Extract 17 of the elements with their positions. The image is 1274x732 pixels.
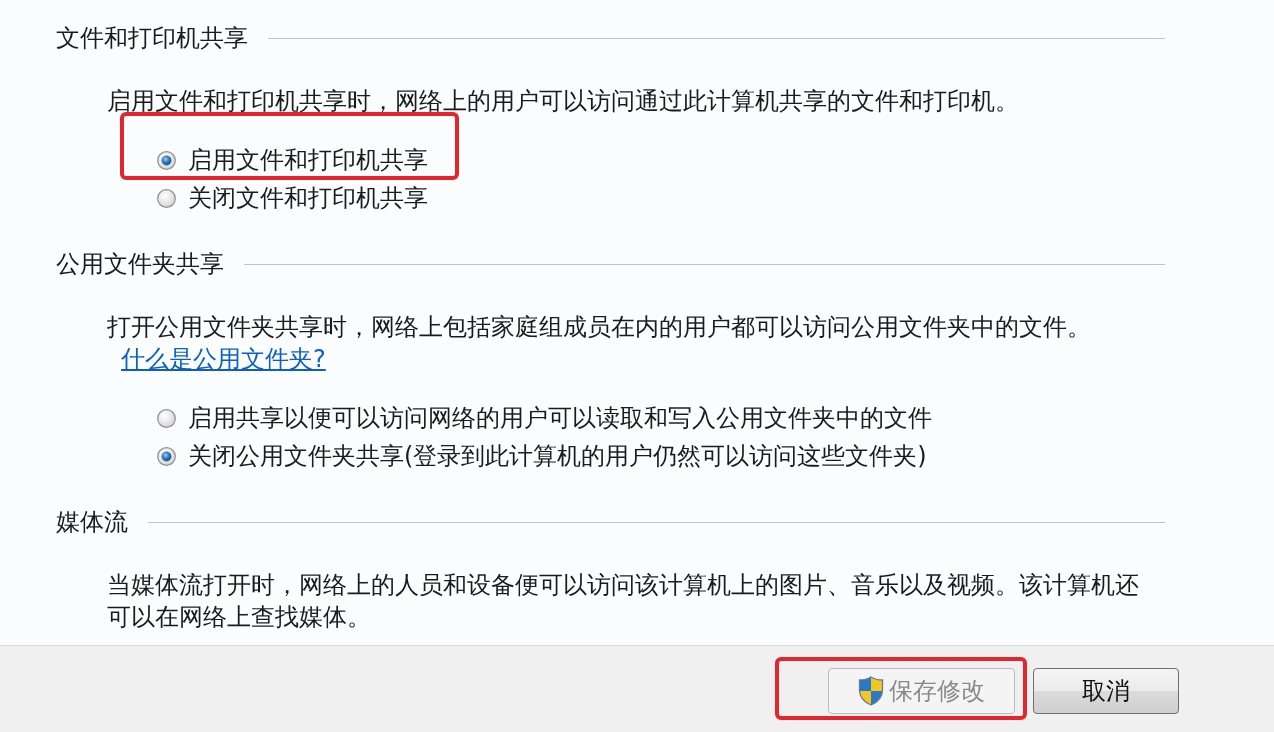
section-heading: 媒体流 [56, 507, 128, 538]
help-link[interactable]: 什么是公用文件夹? [121, 345, 326, 373]
section-description: 打开公用文件夹共享时，网络上包括家庭组成员在内的用户都可以访问公用文件夹中的文件。 什么是公用文件夹? [107, 312, 1092, 375]
radio-label[interactable]: 关闭公用文件夹共享(登录到此计算机的用户仍然可以访问这些文件夹) [188, 440, 927, 472]
radio-button[interactable] [157, 408, 176, 428]
cancel-button[interactable]: 取消 [1033, 668, 1179, 714]
section-heading: 文件和打印机共享 [56, 23, 248, 54]
radio-label[interactable]: 启用共享以便可以访问网络的用户可以读取和写入公用文件夹中的文件 [188, 402, 932, 434]
radio-button[interactable] [157, 446, 176, 466]
radio-button[interactable] [157, 150, 176, 170]
section-heading: 公用文件夹共享 [56, 249, 224, 280]
shield-icon [858, 676, 884, 706]
section-description: 当媒体流打开时，网络上的人员和设备便可以访问该计算机上的图片、音乐以及视频。该计算机还可以在网络上查找媒体。 [107, 570, 1140, 633]
radio-label[interactable]: 启用文件和打印机共享 [188, 144, 428, 176]
section-description: 启用文件和打印机共享时，网络上的用户可以访问通过此计算机共享的文件和打印机。 [107, 86, 1020, 117]
radio-label[interactable]: 关闭文件和打印机共享 [188, 182, 428, 214]
radio-button[interactable] [157, 188, 176, 208]
